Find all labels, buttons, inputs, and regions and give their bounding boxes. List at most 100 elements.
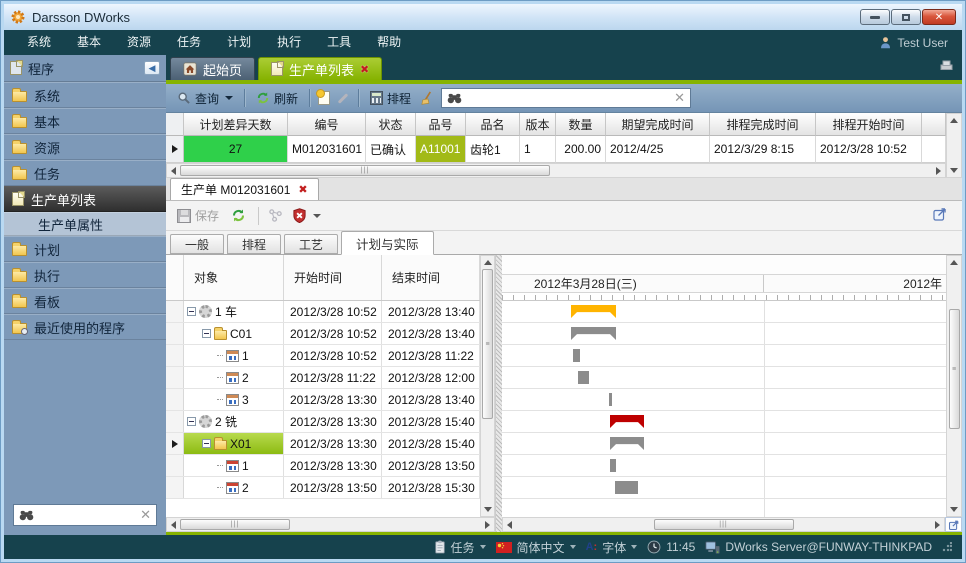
grid-search-clear-icon[interactable]: ✕ [674,90,685,106]
sidebar-search-input[interactable]: ✕ [13,504,157,526]
gantt-bar-summary-1[interactable] [571,327,616,340]
gantt-bar-task-2[interactable] [573,349,580,362]
gantt-bar-summary-5[interactable] [610,415,644,428]
query-button[interactable]: 查询 [174,88,236,109]
chevron-down-icon[interactable] [480,545,486,549]
menu-item-3[interactable]: 任务 [164,30,214,55]
scroll-right-icon[interactable] [931,518,944,531]
scroll-left-icon[interactable] [167,518,180,531]
grid-cell-8[interactable]: 2012/3/29 8:15 [710,136,816,163]
gantt-hscrollbar[interactable]: ||| [502,517,945,532]
refresh-button[interactable]: 刷新 [253,88,301,109]
validate-button[interactable] [289,206,324,225]
resize-grip[interactable] [942,542,952,552]
scroll-thumb[interactable]: ||| [180,519,290,530]
sidebar-item-1[interactable]: 基本 [4,108,166,134]
sidebar-item-4[interactable]: 生产单列表 [4,186,166,212]
tree-row-7[interactable]: 12012/3/28 13:302012/3/28 13:50 [166,455,480,477]
maximize-button[interactable] [891,9,921,25]
gantt-bar-summary-0[interactable] [571,305,616,318]
status-language-menu[interactable]: 简体中文 [496,539,576,556]
chevron-down-icon[interactable] [225,96,233,100]
tab-close-icon[interactable]: ✖ [360,63,369,76]
grid-cell-3[interactable]: A11001 [416,136,466,163]
scroll-down-icon[interactable] [948,164,961,177]
grid-cell-5[interactable]: 1 [520,136,556,163]
scroll-thumb[interactable]: ||| [654,519,794,530]
sidebar-item-3[interactable]: 任务 [4,160,166,186]
grid-column-header-8[interactable]: 排程完成时间 [710,113,816,136]
tree-vscrollbar[interactable]: ≡ [480,255,495,517]
gantt-bar-task-7[interactable] [610,459,616,472]
sidebar-collapse-button[interactable]: ◀ [144,61,160,75]
orders-grid-vscrollbar[interactable] [946,113,962,178]
menu-item-1[interactable]: 基本 [64,30,114,55]
menu-item-7[interactable]: 帮助 [364,30,414,55]
tree-object-cell[interactable]: X01 [184,433,284,454]
menu-item-0[interactable]: 系统 [14,30,64,55]
external-link-icon[interactable] [932,206,948,222]
tree-object-cell[interactable]: 1 [184,345,284,366]
tree-object-cell[interactable]: 3 [184,389,284,410]
grid-column-header-7[interactable]: 期望完成时间 [606,113,710,136]
new-page-icon[interactable] [318,91,330,105]
status-task-menu[interactable]: 任务 [434,539,486,556]
scroll-down-icon[interactable] [481,503,494,516]
tree-hscrollbar[interactable]: ||| [166,517,495,532]
org-chart-icon[interactable] [268,208,283,223]
scroll-right-icon[interactable] [932,164,945,177]
tree-row-5[interactable]: 2 铣2012/3/28 13:302012/3/28 15:40 [166,411,480,433]
collapse-node-icon[interactable] [187,417,196,426]
tab-home[interactable]: 起始页 [170,57,255,80]
sidebar-item-0[interactable]: 系统 [4,82,166,108]
gantt-bar-task-4[interactable] [609,393,612,406]
subtab-1[interactable]: 排程 [227,234,281,254]
grid-column-header-3[interactable]: 品号 [416,113,466,136]
menu-item-6[interactable]: 工具 [314,30,364,55]
detail-refresh-button[interactable] [228,206,249,225]
chevron-down-icon[interactable] [631,545,637,549]
detail-tab-close-icon[interactable]: ✖ [298,183,307,196]
tree-row-1[interactable]: C012012/3/28 10:522012/3/28 13:40 [166,323,480,345]
tree-object-cell[interactable]: 1 [184,455,284,476]
menu-item-2[interactable]: 资源 [114,30,164,55]
chevron-down-icon[interactable] [313,214,321,218]
grid-column-header-0[interactable]: 计划差异天数 [184,113,288,136]
sidebar-item-6[interactable]: 计划 [4,236,166,262]
tree-row-3[interactable]: 22012/3/28 11:222012/3/28 12:00 [166,367,480,389]
schedule-button[interactable]: 排程 [367,88,414,109]
tree-row-2[interactable]: 12012/3/28 10:522012/3/28 11:22 [166,345,480,367]
sidebar-item-5[interactable]: 生产单属性 [4,212,166,236]
scroll-left-icon[interactable] [167,164,180,177]
tree-object-cell[interactable]: 2 铣 [184,411,284,432]
tree-object-cell[interactable]: C01 [184,323,284,344]
chevron-down-icon[interactable] [570,545,576,549]
gantt-bar-summary-6[interactable] [610,437,644,450]
tree-row-0[interactable]: 1 车2012/3/28 10:522012/3/28 13:40 [166,301,480,323]
grid-cell-0[interactable]: 27 [184,136,288,163]
scroll-right-icon[interactable] [481,518,494,531]
collapse-node-icon[interactable] [202,439,211,448]
scroll-up-icon[interactable] [481,256,494,269]
pin-tabs-icon[interactable] [938,59,954,71]
tree-row-4[interactable]: 32012/3/28 13:302012/3/28 13:40 [166,389,480,411]
gantt-vscrollbar[interactable]: ≡ [946,255,962,517]
status-font-menu[interactable]: A: 字体 [586,539,638,556]
save-button[interactable]: 保存 [174,205,222,226]
sidebar-item-8[interactable]: 看板 [4,288,166,314]
grid-cell-1[interactable]: M012031601 [288,136,366,163]
gantt-bar-task-8[interactable] [615,481,638,494]
broom-icon[interactable] [420,91,435,106]
scroll-thumb[interactable]: ||| [180,165,550,176]
minimize-button[interactable] [860,9,890,25]
grid-cell-4[interactable]: 齿轮1 [466,136,520,163]
grid-cell-6[interactable]: 200.00 [556,136,606,163]
scroll-up-icon[interactable] [948,256,961,269]
sidebar-item-9[interactable]: 最近使用的程序 [4,314,166,340]
grid-column-header-6[interactable]: 数量 [556,113,606,136]
tree-row-8[interactable]: 22012/3/28 13:502012/3/28 15:30 [166,477,480,499]
scroll-thumb[interactable]: ≡ [949,309,960,429]
grid-column-header-5[interactable]: 版本 [520,113,556,136]
tree-object-cell[interactable]: 1 车 [184,301,284,322]
grid-column-header-9[interactable]: 排程开始时间 [816,113,922,136]
